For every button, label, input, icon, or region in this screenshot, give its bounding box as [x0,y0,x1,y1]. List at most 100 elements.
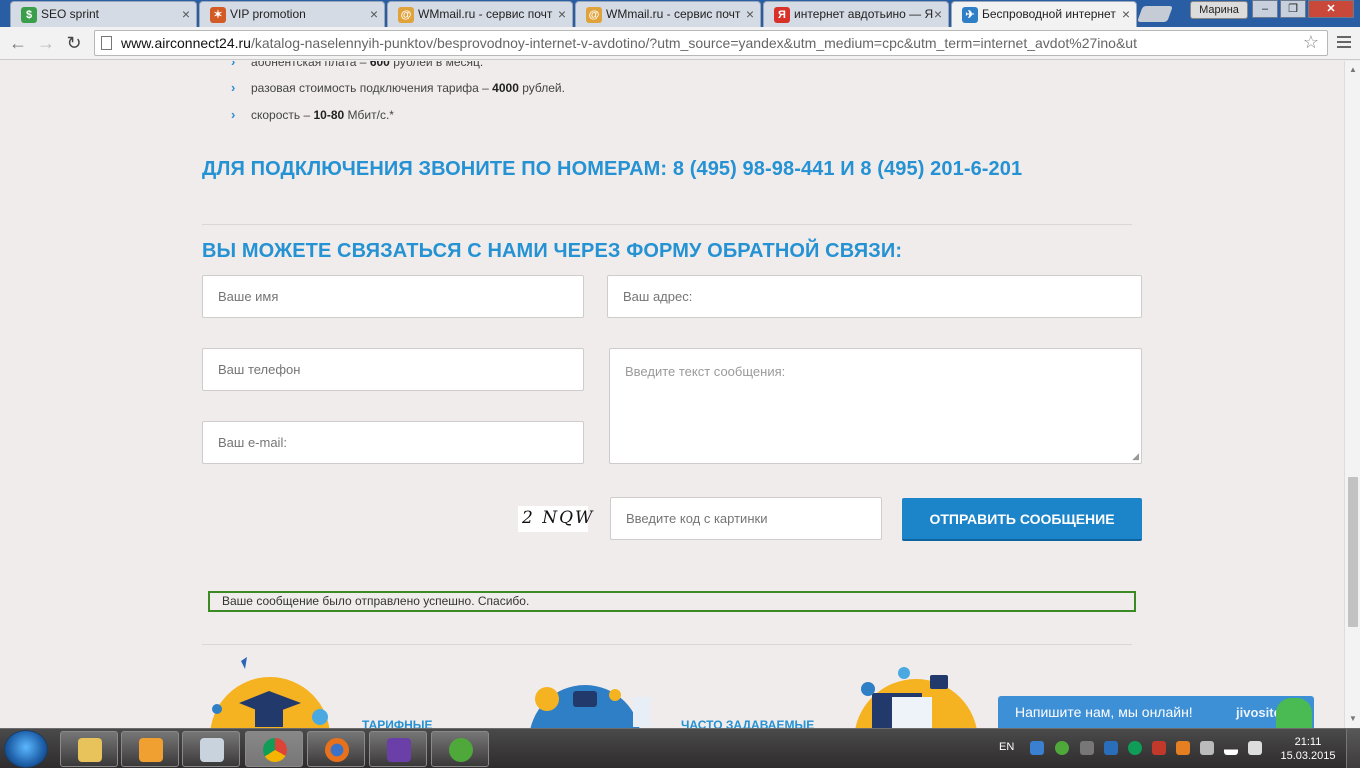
language-indicator[interactable]: EN [999,741,1014,753]
chat-widget[interactable]: Напишите нам, мы онлайн! jivosite [998,696,1314,728]
explorer-taskbar-button[interactable] [60,731,118,767]
tray-volume-icon[interactable] [1248,741,1262,755]
captcha-input[interactable] [610,497,882,540]
message-textarea[interactable]: Введите текст сообщения: ◢ [609,348,1142,464]
form-heading: ВЫ МОЖЕТЕ СВЯЗАТЬСЯ С НАМИ ЧЕРЕЗ ФОРМУ О… [202,240,903,262]
feature-tariffs-label[interactable]: ТАРИФНЫЕ [362,718,433,728]
scroll-thumb[interactable] [1348,477,1358,627]
tray-network-tool-icon[interactable] [1030,741,1044,755]
vip-promotion-favicon-icon: ✶ [210,7,226,23]
divider [202,644,1132,645]
url-text[interactable]: www.airconnect24.ru/katalog-naselennyih-… [121,35,1301,51]
chat-label: Напишите нам, мы онлайн! [1015,704,1193,720]
tab-wmmail-2[interactable]: @ WMmail.ru - сервис почт × [575,1,761,27]
resize-handle-icon[interactable]: ◢ [1132,452,1139,461]
tray-utorrent-icon[interactable] [1055,741,1069,755]
chrome-icon [263,738,287,762]
address-bar[interactable]: www.airconnect24.ru/katalog-naselennyih-… [94,30,1328,56]
tray-wifi-hotspot-icon[interactable] [1176,741,1190,755]
tray-signal-icon[interactable] [1224,741,1238,755]
tab-title: интернет авдотьино — Я [794,7,934,21]
visual-studio-icon [387,738,411,762]
clock-date: 15.03.2015 [1280,750,1336,762]
tab-seo-sprint[interactable]: $ SEO sprint × [10,1,197,27]
jivosite-logo: jivosite [1236,705,1281,720]
tab-yandex-search[interactable]: Я интернет авдотьино — Я × [763,1,949,27]
wmmail-favicon-icon: @ [398,7,414,23]
user-profile-badge[interactable]: Марина [1190,1,1248,19]
success-message: Ваше сообщение было отправлено успешно. … [222,594,530,608]
tray-bell-icon[interactable] [1080,741,1094,755]
chevron-right-icon: › [231,107,236,122]
forward-icon[interactable]: → [34,31,58,55]
call-heading: ДЛЯ ПОДКЛЮЧЕНИЯ ЗВОНИТЕ ПО НОМЕРАМ: 8 (4… [202,158,1023,180]
divider [202,224,1132,225]
reload-icon[interactable]: ↻ [62,31,86,55]
url-host: www.airconnect24.ru [121,35,251,51]
utorrent-icon [449,738,473,762]
page-scrollbar[interactable]: ▲ ▼ [1344,61,1360,728]
calculator-icon [200,738,224,762]
feature-faq-label[interactable]: ЧАСТО ЗАДАВАЕМЫЕ [681,718,814,728]
tray-flag-icon[interactable] [1200,741,1214,755]
name-field[interactable] [202,275,584,318]
calculator-taskbar-button[interactable] [182,731,240,767]
wmmail-favicon-icon: @ [586,7,602,23]
start-button[interactable] [4,730,48,768]
window-close-button[interactable]: ✕ [1308,0,1354,18]
clock-time: 21:11 [1294,736,1322,748]
tab-close-icon[interactable]: × [370,6,378,22]
folder-icon [78,738,102,762]
tray-chrome-icon[interactable] [1128,741,1142,755]
scroll-down-icon[interactable]: ▼ [1349,714,1357,723]
show-desktop-button[interactable] [1346,729,1360,768]
yandex-favicon-icon: Я [774,7,790,23]
tab-title: WMmail.ru - сервис почт [418,7,553,21]
tab-wmmail-1[interactable]: @ WMmail.ru - сервис почт × [387,1,573,27]
captcha-image: 2 NQW [518,506,593,532]
tab-close-icon[interactable]: × [1122,6,1130,22]
phone-field[interactable] [202,348,584,391]
tab-title: WMmail.ru - сервис почт [606,7,741,21]
windows-taskbar: EN 21:11 15.03.2015 [0,728,1360,768]
send-message-button[interactable]: ОТПРАВИТЬ СООБЩЕНИЕ [902,498,1142,541]
system-clock[interactable]: 21:11 15.03.2015 [1276,735,1340,763]
tab-vip-promotion[interactable]: ✶ VIP promotion × [199,1,385,27]
browser-tab-strip: $ SEO sprint × ✶ VIP promotion × @ WMmai… [0,0,1360,27]
scroll-up-icon[interactable]: ▲ [1349,65,1357,74]
tab-airconnect-active[interactable]: ✈ Беспроводной интернет × [951,1,1137,27]
tab-title: Беспроводной интернет [982,7,1116,21]
tab-close-icon[interactable]: × [558,6,566,22]
tray-antivirus-icon[interactable] [1152,741,1166,755]
address-field[interactable] [607,275,1142,318]
page-icon [101,36,112,50]
message-placeholder: Введите текст сообщения: [625,364,786,379]
browser-toolbar: ← → ↻ www.airconnect24.ru/katalog-nasele… [0,27,1360,60]
chevron-right-icon: › [231,61,236,69]
tab-close-icon[interactable]: × [746,6,754,22]
visual-studio-taskbar-button[interactable] [369,731,427,767]
tab-close-icon[interactable]: × [934,6,942,22]
tab-close-icon[interactable]: × [182,6,190,22]
media-player-taskbar-button[interactable] [121,731,179,767]
media-player-icon [139,738,163,762]
tariffs-illustration-icon[interactable] [205,657,335,728]
firefox-taskbar-button[interactable] [307,731,365,767]
seo-sprint-favicon-icon: $ [21,7,37,23]
faq-illustration-icon[interactable] [515,681,655,728]
chevron-right-icon: › [231,80,236,95]
utorrent-taskbar-button[interactable] [431,731,489,767]
support-illustration-icon[interactable] [838,667,988,728]
email-field[interactable] [202,421,584,464]
back-icon[interactable]: ← [6,31,30,55]
bookmark-star-icon[interactable]: ☆ [1303,32,1319,53]
minimize-button[interactable]: – [1252,0,1278,18]
chrome-menu-icon[interactable] [1333,31,1355,55]
maximize-button[interactable]: ❐ [1280,0,1306,18]
tab-title: SEO sprint [41,7,100,21]
chat-status-icon [1276,698,1312,728]
new-tab-button[interactable] [1137,6,1173,22]
url-path: /katalog-naselennyih-punktov/besprovodno… [250,35,1137,51]
chrome-taskbar-button[interactable] [245,731,303,767]
tray-monitor-icon[interactable] [1104,741,1118,755]
